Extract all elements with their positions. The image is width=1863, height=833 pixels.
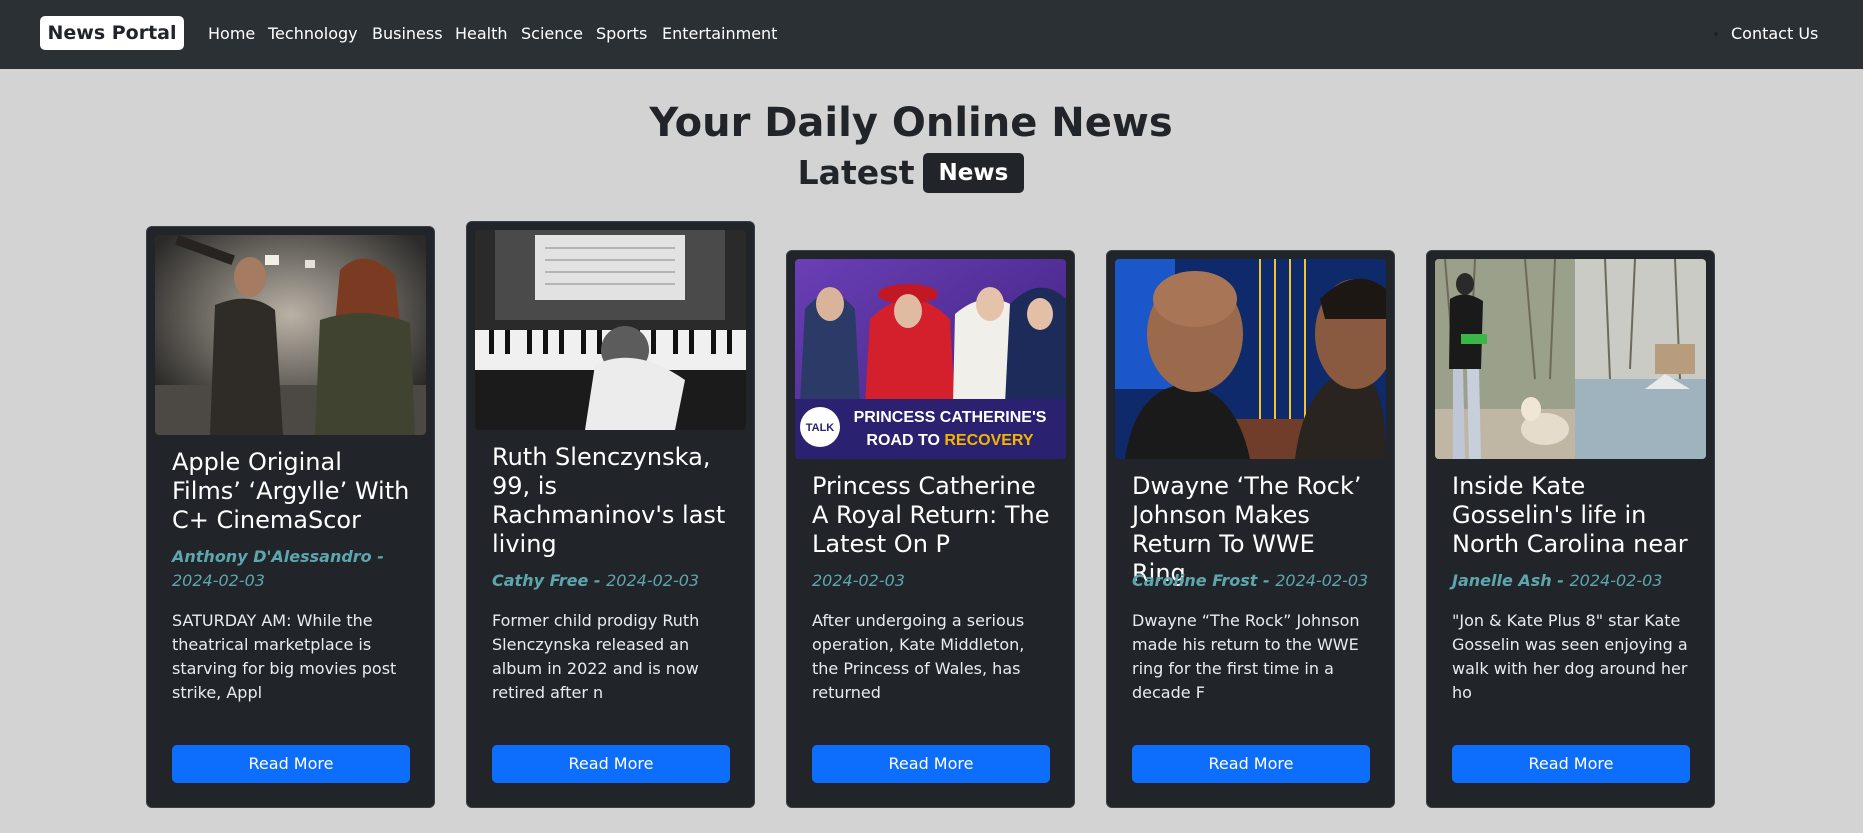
nav-link-entertainment[interactable]: Entertainment — [662, 0, 777, 69]
read-more-button[interactable]: Read More — [1132, 745, 1370, 783]
news-card-image — [1115, 259, 1386, 459]
news-card-author: Janelle Ash — [1452, 571, 1552, 590]
news-card-date: 2024-02-03 — [812, 571, 905, 590]
nav-link-science[interactable]: Science — [521, 0, 583, 69]
news-card-image: TALK PRINCESS CATHERINE'S ROAD TO RECOVE… — [795, 259, 1066, 459]
news-card-author: Cathy Free — [492, 571, 589, 590]
read-more-button[interactable]: Read More — [492, 745, 730, 783]
image-caption-line1: PRINCESS CATHERINE'S — [854, 409, 1047, 426]
news-card: Ruth Slenczynska, 99, is Rachmaninov's l… — [466, 221, 755, 808]
news-card-meta: Janelle Ash - 2024-02-03 — [1452, 569, 1695, 593]
news-card: Inside Kate Gosselin's life in North Car… — [1426, 250, 1715, 808]
news-card-description: Dwayne “The Rock” Johnson made his retur… — [1132, 611, 1360, 702]
read-more-button[interactable]: Read More — [1452, 745, 1690, 783]
navbar: News Portal Home Technology Business Hea… — [0, 0, 1863, 69]
news-card-image — [475, 230, 746, 430]
news-card-image — [155, 235, 426, 435]
read-more-button[interactable]: Read More — [172, 745, 410, 783]
meta-separator: - — [1257, 571, 1276, 590]
news-card-description: "Jon & Kate Plus 8" star Kate Gosselin w… — [1452, 611, 1688, 702]
dot-icon — [1714, 32, 1718, 36]
nav-link-sports[interactable]: Sports — [596, 0, 647, 69]
news-card-meta: Caroline Frost - 2024-02-03 — [1132, 569, 1375, 593]
news-card: TALK PRINCESS CATHERINE'S ROAD TO RECOVE… — [786, 250, 1075, 808]
latest-heading: Latest News — [0, 150, 1822, 196]
svg-text:ROAD TO RECOVERY: ROAD TO RECOVERY — [866, 432, 1033, 449]
nav-link-health[interactable]: Health — [455, 0, 508, 69]
news-card-date: 2024-02-03 — [172, 571, 265, 590]
nav-link-home[interactable]: Home — [208, 0, 255, 69]
nav-link-contact[interactable]: Contact Us — [1731, 0, 1818, 69]
meta-separator: - — [1551, 571, 1570, 590]
news-card-description: SATURDAY AM: While the theatrical market… — [172, 611, 397, 702]
image-logo-text: TALK — [806, 422, 835, 434]
news-card-title[interactable]: Ruth Slenczynska, 99, is Rachmaninov's l… — [492, 443, 735, 559]
image-caption-line2b: RECOVERY — [944, 432, 1034, 449]
read-more-button[interactable]: Read More — [812, 745, 1050, 783]
page-title: Your Daily Online News — [649, 100, 1173, 146]
news-card-image — [1435, 259, 1706, 459]
nav-link-business[interactable]: Business — [372, 0, 443, 69]
news-card-date: 2024-02-03 — [1275, 571, 1369, 590]
news-card-description: After undergoing a serious operation, Ka… — [812, 611, 1025, 702]
news-card: Apple Original Films’ ‘Argylle’ With C+ … — [146, 226, 435, 808]
news-card-title[interactable]: Apple Original Films’ ‘Argylle’ With C+ … — [172, 448, 415, 535]
news-card-meta: Anthony D'Alessandro - 2024-02-03 — [172, 545, 415, 593]
meta-separator: - — [588, 571, 607, 590]
brand-logo[interactable]: News Portal — [40, 16, 184, 50]
news-card-title[interactable]: Inside Kate Gosselin's life in North Car… — [1452, 472, 1695, 559]
nav-link-technology[interactable]: Technology — [268, 0, 358, 69]
meta-separator: - — [371, 547, 384, 566]
news-card: Dwayne ‘The Rock’ Johnson Makes Return T… — [1106, 250, 1395, 808]
latest-label: Latest — [797, 153, 915, 192]
image-caption-line2a: ROAD TO — [866, 432, 944, 449]
news-card-title[interactable]: Princess Catherine A Royal Return: The L… — [812, 472, 1055, 559]
news-card-description: Former child prodigy Ruth Slenczynska re… — [492, 611, 700, 702]
news-card-meta: Cathy Free - 2024-02-03 — [492, 569, 735, 593]
news-card-author: Caroline Frost — [1132, 571, 1258, 590]
news-card-author: Anthony D'Alessandro — [172, 547, 372, 566]
news-card-date: 2024-02-03 — [606, 571, 700, 590]
news-card-meta: 2024-02-03 — [812, 569, 1055, 593]
news-card-date: 2024-02-03 — [1569, 571, 1663, 590]
news-badge: News — [922, 152, 1025, 193]
